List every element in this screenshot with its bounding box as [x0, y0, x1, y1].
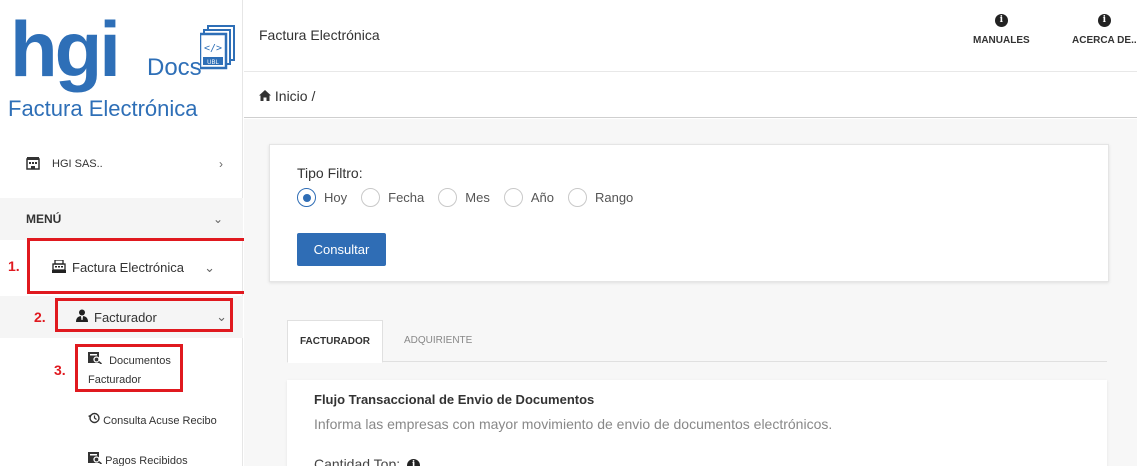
- main-content: Tipo Filtro: Hoy Fecha Mes Año Rango Con…: [244, 119, 1137, 466]
- document-code-icon: </> UBL: [198, 24, 238, 81]
- manuales-label: MANUALES: [973, 35, 1030, 46]
- info-icon: i: [994, 14, 1008, 27]
- svg-text:</>: </>: [204, 43, 222, 54]
- logo-docs-text: Docs: [147, 54, 202, 81]
- radio-fecha[interactable]: Fecha: [361, 188, 424, 207]
- breadcrumb: Inicio /: [244, 73, 1137, 118]
- chevron-right-icon: ›: [219, 157, 223, 171]
- top-bar: Factura Electrónica i MANUALES i ACERCA …: [244, 0, 1137, 72]
- filter-card: Tipo Filtro: Hoy Fecha Mes Año Rango Con…: [269, 144, 1109, 282]
- page-title: Factura Electrónica: [259, 27, 380, 43]
- sidebar-item-label: Consulta Acuse Recibo: [103, 415, 217, 427]
- breadcrumb-text: Inicio /: [274, 88, 316, 104]
- home-icon: [259, 88, 275, 104]
- logo-wordmark: hgi: [10, 5, 121, 93]
- search-doc-icon: [88, 452, 102, 464]
- tab-adquiriente[interactable]: ADQUIRIENTE: [392, 320, 484, 362]
- consultar-button[interactable]: Consultar: [297, 233, 386, 266]
- radio-button[interactable]: [361, 188, 381, 207]
- hgi-docs-logo: hgi Docs </> UBL Factura Electrónica: [8, 4, 238, 124]
- radio-button[interactable]: [297, 188, 316, 207]
- flujo-card: Flujo Transaccional de Envio de Document…: [287, 380, 1107, 466]
- filter-title: Tipo Filtro:: [297, 165, 363, 181]
- company-building-icon: [26, 156, 40, 173]
- annotation-number-2: 2.: [34, 309, 46, 325]
- sidebar-menu-label: MENÚ: [26, 212, 62, 226]
- cantidad-top-text: Cantidad Top:: [314, 456, 401, 466]
- radio-label: Fecha: [388, 190, 425, 205]
- tab-facturador[interactable]: FACTURADOR: [287, 320, 383, 363]
- filter-radio-group: Hoy Fecha Mes Año Rango: [297, 188, 647, 207]
- sidebar-item-pagos-recibidos[interactable]: Pagos Recibidos: [88, 452, 188, 466]
- sidebar-company-label: HGI SAS..: [52, 158, 103, 170]
- radio-hoy[interactable]: Hoy: [297, 188, 347, 207]
- radio-label: Hoy: [324, 190, 348, 205]
- sidebar-company[interactable]: HGI SAS.. ›: [0, 144, 243, 184]
- logo-subtitle: Factura Electrónica: [8, 96, 198, 121]
- radio-ano[interactable]: Año: [503, 188, 554, 207]
- card-subtitle: Informa las empresas con mayor movimient…: [314, 416, 833, 432]
- annotation-box-2: [55, 298, 233, 332]
- tab-bar: FACTURADOR ADQUIRIENTE: [287, 320, 1107, 363]
- sidebar-menu-header[interactable]: MENÚ ⌄: [0, 198, 243, 240]
- breadcrumb-home[interactable]: Inicio /: [259, 88, 315, 104]
- info-icon[interactable]: i: [407, 458, 421, 466]
- annotation-number-3: 3.: [54, 362, 66, 378]
- radio-button[interactable]: [567, 188, 587, 207]
- svg-text:UBL: UBL: [207, 60, 219, 66]
- acerca-de-label: ACERCA DE..: [1072, 35, 1137, 46]
- annotation-number-1: 1.: [8, 258, 20, 274]
- radio-button[interactable]: [503, 188, 523, 207]
- radio-mes[interactable]: Mes: [438, 188, 490, 207]
- history-icon: [88, 412, 100, 424]
- radio-label: Rango: [594, 190, 634, 205]
- annotation-box-3: [75, 344, 183, 392]
- radio-rango[interactable]: Rango: [567, 188, 634, 207]
- radio-label: Año: [530, 190, 554, 205]
- chevron-down-icon: ⌄: [212, 212, 223, 226]
- sidebar-item-label: Pagos Recibidos: [105, 455, 188, 466]
- acerca-de-link[interactable]: i ACERCA DE..: [1072, 14, 1137, 46]
- manuales-link[interactable]: i MANUALES: [973, 14, 1030, 46]
- radio-button[interactable]: [438, 188, 458, 207]
- sidebar: hgi Docs </> UBL Factura Electrónica HGI…: [0, 0, 247, 466]
- sidebar-item-consulta-acuse[interactable]: Consulta Acuse Recibo: [88, 412, 217, 427]
- cantidad-top-label: Cantidad Top: i: [314, 456, 421, 466]
- info-icon: i: [1097, 14, 1111, 27]
- annotation-box-1: [27, 238, 247, 294]
- card-title: Flujo Transaccional de Envio de Document…: [314, 392, 595, 407]
- radio-label: Mes: [465, 190, 490, 205]
